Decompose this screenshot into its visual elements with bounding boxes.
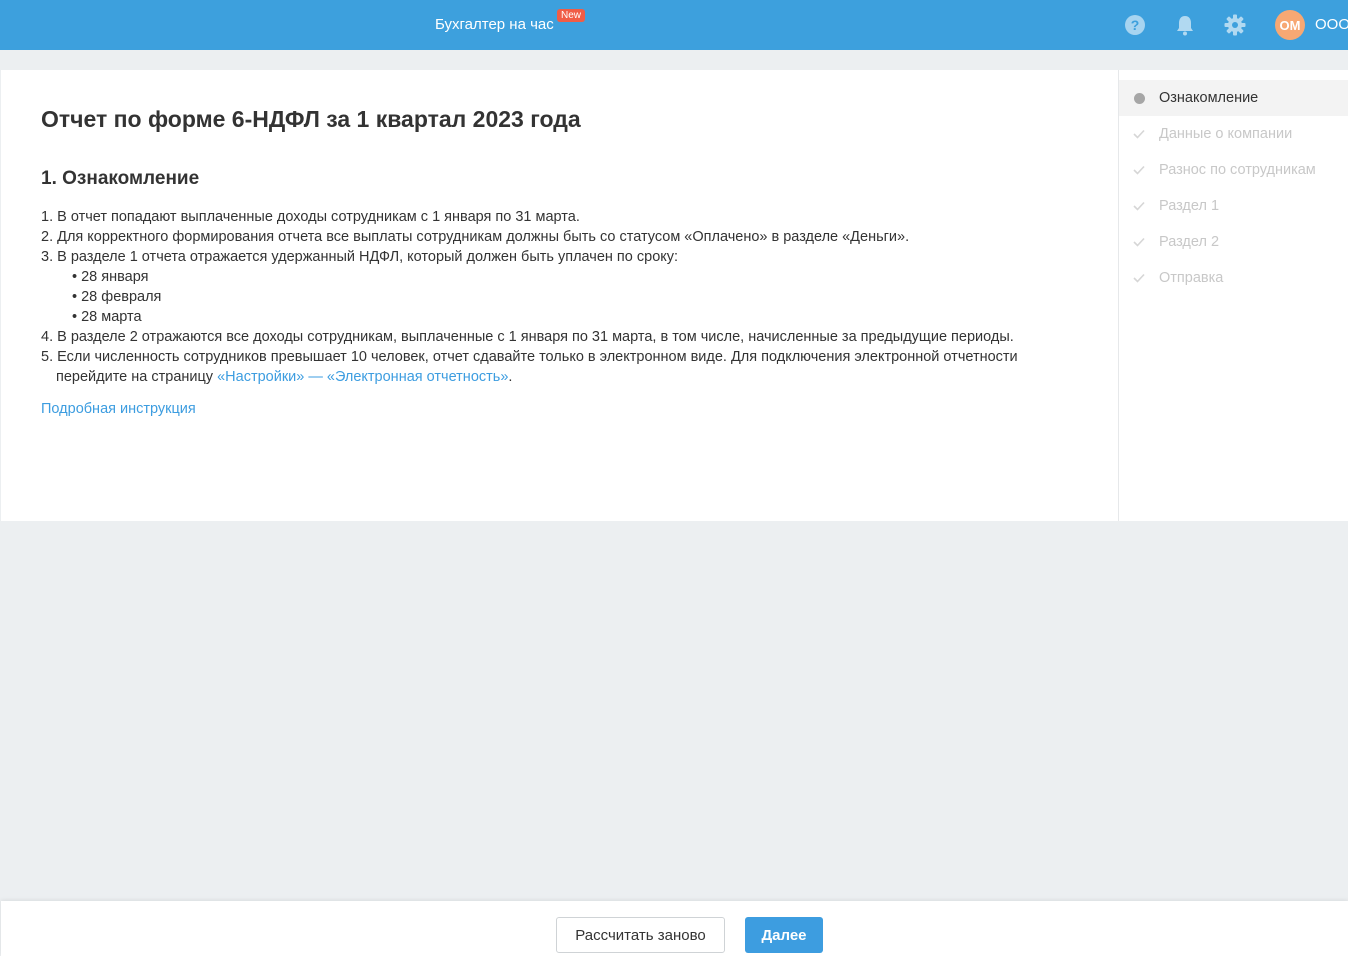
step-company-data[interactable]: Данные о компании xyxy=(1119,116,1348,152)
intro-item-5-continuation: перейдите на страницу «Настройки» — «Эле… xyxy=(41,367,1091,387)
check-icon xyxy=(1119,273,1159,283)
deadline-item: • 28 января xyxy=(72,269,149,285)
check-icon xyxy=(1119,237,1159,247)
step-dot-icon xyxy=(1119,92,1159,104)
deadline-item: • 28 марта xyxy=(72,309,142,325)
intro-item-5: 5. Если численность сотрудников превышае… xyxy=(41,349,1018,365)
step-section-2[interactable]: Раздел 2 xyxy=(1119,224,1348,260)
next-button[interactable]: Далее xyxy=(745,917,823,953)
detailed-instruction-link[interactable]: Подробная инструкция xyxy=(41,401,196,417)
report-content-panel: Отчет по форме 6-НДФЛ за 1 квартал 2023 … xyxy=(1,70,1118,521)
page-title: Отчет по форме 6-НДФЛ за 1 квартал 2023 … xyxy=(41,106,581,132)
check-icon xyxy=(1119,129,1159,139)
help-icon[interactable]: ? xyxy=(1123,13,1147,37)
gear-icon[interactable] xyxy=(1223,13,1247,37)
step-sending[interactable]: Отправка xyxy=(1119,260,1348,296)
step-introduction[interactable]: Ознакомление xyxy=(1119,80,1348,116)
svg-text:?: ? xyxy=(1131,17,1140,33)
check-icon xyxy=(1119,165,1159,175)
report-steps-sidebar: Ознакомление Данные о компании Разнос по… xyxy=(1118,70,1348,521)
footer-action-bar: Рассчитать заново Далее xyxy=(1,901,1348,956)
step-label: Ознакомление xyxy=(1159,90,1259,106)
intro-item-1: 1. В отчет попадают выплаченные доходы с… xyxy=(41,209,580,225)
intro-item-4: 4. В разделе 2 отражаются все доходы сот… xyxy=(41,329,1014,345)
step-label: Раздел 2 xyxy=(1159,234,1220,250)
intro-item-3: 3. В разделе 1 отчета отражается удержан… xyxy=(41,249,679,265)
settings-link-suffix: . xyxy=(508,369,513,385)
step-label: Раздел 1 xyxy=(1159,198,1220,214)
accountant-per-hour-link[interactable]: Бухгалтер на час xyxy=(435,16,554,33)
bell-icon[interactable] xyxy=(1173,13,1197,37)
recalculate-button[interactable]: Рассчитать заново xyxy=(556,917,725,953)
check-icon xyxy=(1119,201,1159,211)
e-reporting-settings-link[interactable]: «Настройки» — «Электронная отчетность» xyxy=(217,369,508,385)
settings-link-prefix: перейдите на страницу xyxy=(56,369,218,385)
new-badge: New xyxy=(557,9,586,22)
step-label: Данные о компании xyxy=(1159,126,1293,142)
step-employee-allocation[interactable]: Разнос по сотрудникам xyxy=(1119,152,1348,188)
company-name[interactable]: ООО xyxy=(1315,16,1348,33)
step-label: Разнос по сотрудникам xyxy=(1159,162,1316,178)
step-section-1[interactable]: Раздел 1 xyxy=(1119,188,1348,224)
intro-item-2: 2. Для корректного формирования отчета в… xyxy=(41,229,910,245)
top-bar: Бухгалтер на час New ? ОМ ООО xyxy=(0,0,1348,50)
deadline-item: • 28 февраля xyxy=(72,289,162,305)
intro-list: 1. В отчет попадают выплаченные доходы с… xyxy=(41,207,1091,387)
section-title: 1. Ознакомление xyxy=(41,168,200,189)
user-avatar[interactable]: ОМ xyxy=(1275,10,1305,40)
step-label: Отправка xyxy=(1159,270,1224,286)
